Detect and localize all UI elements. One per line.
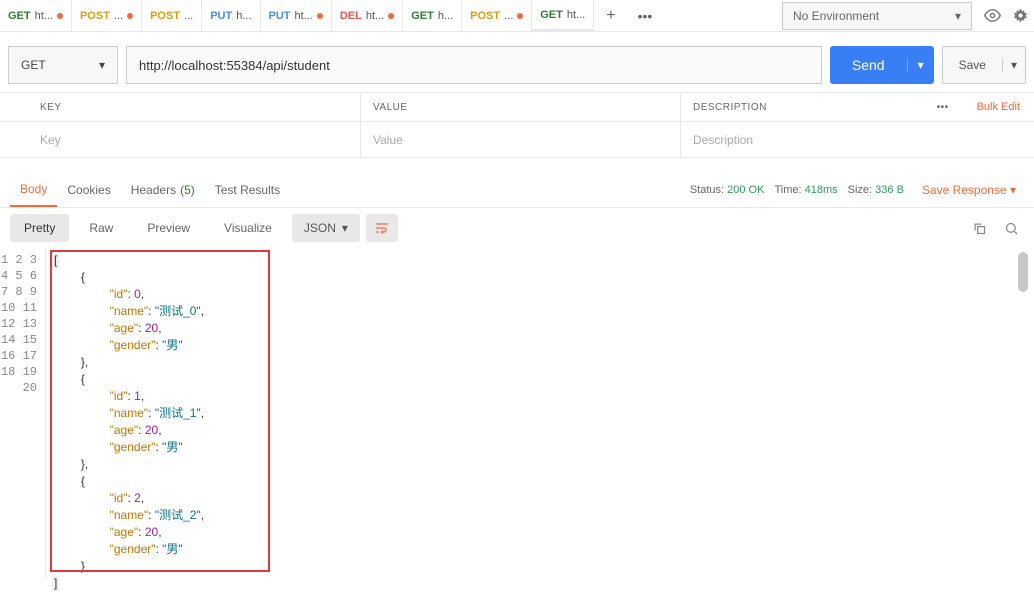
tab-title: ... <box>114 10 123 22</box>
format-select[interactable]: JSON ▾ <box>292 214 360 242</box>
gear-icon[interactable] <box>1006 2 1034 30</box>
line-gutter: 1 2 3 4 5 6 7 8 9 10 11 12 13 14 15 16 1… <box>0 248 46 578</box>
response-body: 1 2 3 4 5 6 7 8 9 10 11 12 13 14 15 16 1… <box>0 248 1034 578</box>
dirty-dot-icon <box>388 13 394 19</box>
dirty-dot-icon <box>317 13 323 19</box>
dirty-dot-icon <box>517 13 523 19</box>
tabs-more-icon[interactable]: ••• <box>628 8 663 24</box>
request-tab[interactable]: GET ht... <box>0 0 72 31</box>
tab-method: GET <box>411 10 434 22</box>
col-key: KEY <box>0 102 360 113</box>
copy-icon[interactable] <box>966 215 992 241</box>
chevron-down-icon[interactable]: ▾ <box>1002 58 1025 72</box>
request-tab[interactable]: DEL ht... <box>332 0 403 31</box>
env-label: No Environment <box>793 9 879 23</box>
send-button[interactable]: Send ▾ <box>830 46 934 84</box>
tab-method: PUT <box>269 10 291 22</box>
desc-input[interactable]: Description <box>680 122 1034 157</box>
value-input[interactable]: Value <box>360 122 680 157</box>
chevron-down-icon: ▾ <box>342 221 348 235</box>
request-tab[interactable]: POST... <box>142 0 202 31</box>
tab-test-results[interactable]: Test Results <box>205 172 290 207</box>
tab-method: POST <box>150 10 180 22</box>
environment-select[interactable]: No Environment ▾ <box>782 2 972 30</box>
tab-title: ht... <box>567 9 585 21</box>
tab-cookies[interactable]: Cookies <box>57 172 120 207</box>
request-tab[interactable]: POST... <box>462 0 532 31</box>
tab-method: GET <box>8 10 31 22</box>
tab-title: ... <box>184 10 193 22</box>
tab-method: GET <box>540 9 563 21</box>
tab-title: h... <box>236 10 251 22</box>
params-row[interactable]: Key Value Description <box>0 122 1034 158</box>
code-content[interactable]: [ { "id": 0, "name": "测试_0", "age": 20, … <box>52 252 1014 582</box>
tab-body[interactable]: Body <box>10 172 57 207</box>
tab-title: ht... <box>295 10 313 22</box>
tab-title: ht... <box>366 10 384 22</box>
tabs-row: GETht...POST...POST...PUTh...PUTht...DEL… <box>0 0 776 31</box>
chevron-down-icon: ▾ <box>955 9 961 23</box>
tab-method: PUT <box>210 10 232 22</box>
request-tab[interactable]: POST... <box>72 0 142 31</box>
tab-method: DEL <box>340 10 362 22</box>
save-response-link[interactable]: Save Response ▾ <box>914 183 1024 197</box>
tab-method: POST <box>80 10 110 22</box>
scroll-thumb[interactable] <box>1018 252 1028 292</box>
chevron-down-icon[interactable]: ▾ <box>907 58 934 72</box>
response-status: Status: 200 OK Time: 418ms Size: 336 B S… <box>690 183 1024 197</box>
request-tab[interactable]: GET ht... <box>532 0 594 31</box>
key-input[interactable]: Key <box>0 122 360 157</box>
save-button[interactable]: Save ▾ <box>942 46 1026 84</box>
tab-method: POST <box>470 10 500 22</box>
tab-title: ht... <box>35 10 53 22</box>
tab-headers[interactable]: Headers(5) <box>121 172 205 207</box>
method-select[interactable]: GET ▾ <box>8 46 118 84</box>
request-tab[interactable]: PUT ht... <box>261 0 332 31</box>
view-pretty[interactable]: Pretty <box>10 214 69 242</box>
request-tab[interactable]: PUT h... <box>202 0 260 31</box>
dirty-dot-icon <box>127 13 133 19</box>
tab-title: ... <box>504 10 513 22</box>
params-header: KEY VALUE DESCRIPTION ••• Bulk Edit <box>0 92 1034 122</box>
view-preview[interactable]: Preview <box>133 214 204 242</box>
wrap-icon[interactable] <box>366 214 398 242</box>
url-input[interactable] <box>126 46 822 84</box>
col-desc: DESCRIPTION <box>680 93 923 121</box>
dirty-dot-icon <box>57 13 63 19</box>
more-icon[interactable]: ••• <box>923 102 963 113</box>
view-raw[interactable]: Raw <box>75 214 127 242</box>
save-label: Save <box>943 58 1002 72</box>
tab-title: h... <box>438 10 453 22</box>
col-value: VALUE <box>360 93 680 121</box>
search-icon[interactable] <box>998 215 1024 241</box>
bulk-edit-link[interactable]: Bulk Edit <box>963 101 1034 113</box>
chevron-down-icon: ▾ <box>99 58 105 72</box>
view-visualize[interactable]: Visualize <box>210 214 286 242</box>
method-label: GET <box>21 58 46 72</box>
request-tab[interactable]: GET h... <box>403 0 462 31</box>
add-tab-button[interactable]: + <box>594 7 627 25</box>
send-label: Send <box>830 57 907 73</box>
scrollbar[interactable] <box>1018 252 1028 582</box>
eye-icon[interactable] <box>978 2 1006 30</box>
